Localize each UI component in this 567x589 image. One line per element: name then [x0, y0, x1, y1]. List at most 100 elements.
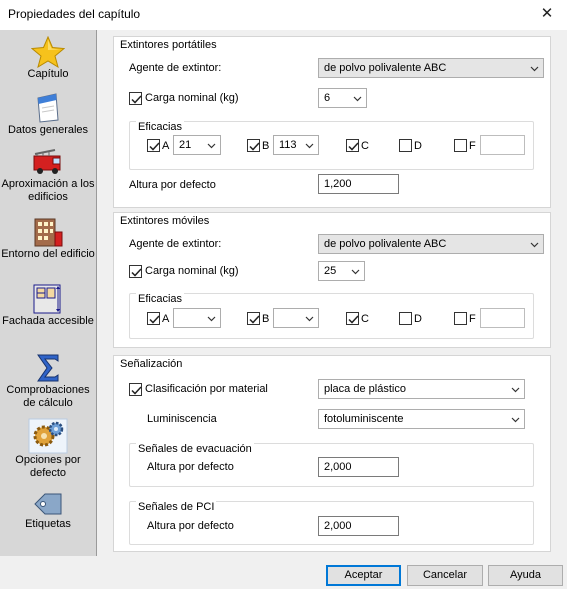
chevron-down-icon: [353, 96, 362, 102]
sidebar-item-datos-generales[interactable]: Datos generales: [0, 92, 96, 137]
fire-truck-icon: [33, 149, 61, 174]
sidebar-item-label: Entorno del edificio: [1, 248, 95, 260]
carga-select[interactable]: 6: [318, 88, 367, 108]
luminiscencia-select[interactable]: fotoluminiscente: [318, 409, 525, 429]
sidebar-item-label: Comprobaciones de cálculo: [6, 384, 90, 409]
sidebar-item-capitulo[interactable]: Capítulo: [0, 36, 96, 81]
gears-icon: [28, 418, 68, 454]
agente-select[interactable]: de polvo polivalente ABC: [318, 58, 544, 78]
eficacia-d-checkbox[interactable]: [399, 139, 412, 152]
eficacia-a-label: A: [162, 140, 170, 152]
carga-select[interactable]: 25: [318, 261, 365, 281]
cancel-button[interactable]: Cancelar: [407, 565, 483, 586]
check-icon: [348, 315, 359, 324]
check-icon: [249, 315, 260, 324]
tag-icon: [34, 493, 62, 515]
eficacia-b-label: B: [262, 313, 270, 325]
eficacia-f-checkbox[interactable]: [454, 312, 467, 325]
portatiles-group: Extintores portátiles Agente de extintor…: [113, 36, 551, 208]
eficacia-c-label: C: [361, 140, 369, 152]
button-bar: Aceptar Cancelar Ayuda: [0, 556, 567, 589]
eficacia-f-input[interactable]: [480, 308, 525, 328]
eficacias-title: Eficacias: [136, 121, 185, 133]
check-icon: [149, 315, 160, 324]
sidebar-item-label: Datos generales: [7, 124, 89, 136]
sidebar-item-label: Aproximación a los edificios: [1, 178, 95, 203]
eficacias-title: Eficacias: [136, 293, 185, 305]
eficacia-f-label: F: [469, 313, 476, 325]
pci-title: Señales de PCI: [136, 501, 217, 513]
sidebar-item-opciones[interactable]: Opciones por defecto: [0, 418, 96, 480]
accept-button[interactable]: Aceptar: [326, 565, 401, 586]
title-bar: Propiedades del capítulo ✕: [0, 0, 567, 30]
eficacia-a-checkbox[interactable]: [147, 312, 160, 325]
carga-label: Carga nominal (kg): [145, 265, 239, 277]
agente-label: Agente de extintor:: [129, 62, 222, 74]
sigma-icon: [37, 354, 59, 382]
eficacia-b-select[interactable]: 113: [273, 135, 319, 155]
altura-input[interactable]: 1,200: [318, 174, 399, 194]
sidebar-item-comprobaciones[interactable]: Comprobaciones de cálculo: [0, 352, 96, 410]
eficacia-a-select[interactable]: [173, 308, 221, 328]
sidebar-item-label: Etiquetas: [25, 518, 71, 530]
eficacia-f-input[interactable]: [480, 135, 525, 155]
clasificacion-checkbox[interactable]: [129, 383, 142, 396]
sidebar-item-entorno[interactable]: Entorno del edificio: [0, 216, 96, 261]
content-area: Extintores portátiles Agente de extintor…: [97, 30, 567, 556]
sidebar-item-label: Fachada accesible: [2, 315, 94, 327]
group-title: Extintores portátiles: [120, 39, 217, 51]
evac-altura-input[interactable]: 2,000: [318, 457, 399, 477]
carga-checkbox[interactable]: [129, 92, 142, 105]
check-icon: [149, 142, 160, 151]
eficacia-c-label: C: [361, 313, 369, 325]
senalizacion-group: Señalización Clasificación por material …: [113, 355, 551, 552]
eficacia-b-checkbox[interactable]: [247, 312, 260, 325]
sidebar-item-aproximacion[interactable]: Aproximación a los edificios: [0, 146, 96, 204]
eficacia-a-label: A: [162, 313, 170, 325]
chevron-down-icon: [511, 417, 520, 423]
moviles-group: Extintores móviles Agente de extintor: d…: [113, 212, 551, 348]
facade-icon: [33, 284, 61, 314]
check-icon: [348, 142, 359, 151]
eficacia-b-select[interactable]: [273, 308, 319, 328]
chevron-down-icon: [351, 269, 360, 275]
chevron-down-icon: [305, 143, 314, 149]
sidebar-item-label: Opciones por defecto: [15, 454, 81, 479]
eficacia-d-checkbox[interactable]: [399, 312, 412, 325]
group-title: Señalización: [120, 358, 183, 370]
sidebar-item-label: Capítulo: [27, 68, 69, 80]
eficacia-b-checkbox[interactable]: [247, 139, 260, 152]
carga-label: Carga nominal (kg): [145, 92, 239, 104]
check-icon: [249, 142, 260, 151]
sidebar: Capítulo Datos generales Aproximación a …: [0, 30, 97, 556]
eficacia-f-checkbox[interactable]: [454, 139, 467, 152]
check-icon: [131, 386, 142, 395]
document-icon: [37, 93, 59, 123]
pci-altura-label: Altura por defecto: [147, 520, 234, 532]
check-icon: [131, 268, 142, 277]
agente-label: Agente de extintor:: [129, 238, 222, 250]
check-icon: [131, 95, 142, 104]
eficacia-a-checkbox[interactable]: [147, 139, 160, 152]
chevron-down-icon: [511, 387, 520, 393]
window-title: Propiedades del capítulo: [8, 7, 141, 21]
luminiscencia-label: Luminiscencia: [147, 413, 217, 425]
sidebar-item-fachada[interactable]: Fachada accesible: [0, 283, 96, 328]
carga-checkbox[interactable]: [129, 265, 142, 278]
star-icon: [31, 36, 65, 68]
eficacia-d-label: D: [414, 140, 422, 152]
eficacia-c-checkbox[interactable]: [346, 312, 359, 325]
eficacia-f-label: F: [469, 140, 476, 152]
clasificacion-select[interactable]: placa de plástico: [318, 379, 525, 399]
close-button[interactable]: ✕: [535, 3, 559, 25]
agente-select[interactable]: de polvo polivalente ABC: [318, 234, 544, 254]
building-icon: [34, 218, 63, 247]
pci-altura-input[interactable]: 2,000: [318, 516, 399, 536]
chevron-down-icon: [207, 143, 216, 149]
chevron-down-icon: [530, 66, 539, 72]
sidebar-item-etiquetas[interactable]: Etiquetas: [0, 490, 96, 531]
group-title: Extintores móviles: [120, 215, 210, 227]
eficacia-a-select[interactable]: 21: [173, 135, 221, 155]
eficacia-c-checkbox[interactable]: [346, 139, 359, 152]
help-button[interactable]: Ayuda: [488, 565, 563, 586]
